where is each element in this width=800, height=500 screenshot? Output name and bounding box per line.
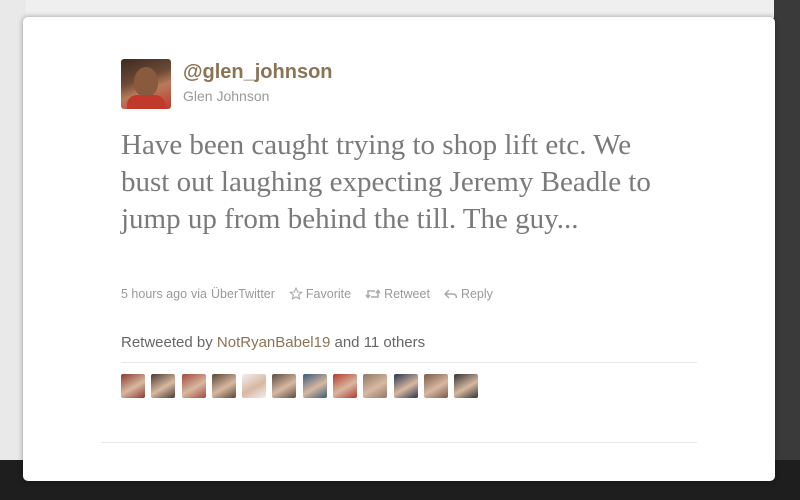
- favorite-label: Favorite: [305, 287, 352, 301]
- tweet-card: @glen_johnson Glen Johnson Have been cau…: [23, 17, 775, 481]
- reply-label: Reply: [460, 287, 493, 301]
- divider: [121, 362, 697, 363]
- avatar-face: [134, 67, 158, 97]
- retweeter-avatar[interactable]: [333, 374, 358, 398]
- retweeter-avatar[interactable]: [393, 374, 418, 398]
- retweeted-suffix[interactable]: and 11 others: [335, 334, 426, 351]
- retweeter-avatar[interactable]: [211, 374, 236, 398]
- screen-name-link[interactable]: @glen_johnson: [183, 61, 333, 84]
- full-name: Glen Johnson: [183, 88, 270, 104]
- reply-icon: [443, 289, 458, 299]
- retweeter-avatar[interactable]: [242, 374, 267, 398]
- via-label: via: [191, 287, 208, 301]
- tweet-meta: 5 hours ago via ÜberTwitter Favorite Ret…: [121, 287, 493, 301]
- avatar[interactable]: [121, 59, 171, 109]
- star-icon: [288, 287, 303, 301]
- retweeter-avatar[interactable]: [363, 374, 388, 398]
- retweeter-avatar[interactable]: [181, 374, 206, 398]
- timestamp-link[interactable]: 5 hours ago: [121, 287, 187, 301]
- retweeted-prefix: Retweeted by: [121, 334, 213, 351]
- reply-button[interactable]: Reply: [443, 287, 493, 301]
- retweeter-avatar[interactable]: [272, 374, 297, 398]
- window-frame-right: [774, 0, 800, 500]
- divider: [101, 442, 697, 443]
- retweeter-avatar[interactable]: [423, 374, 448, 398]
- tweet-text: Have been caught trying to shop lift etc…: [121, 129, 651, 235]
- retweet-button[interactable]: Retweet: [365, 287, 430, 301]
- source-link[interactable]: ÜberTwitter: [211, 287, 275, 301]
- avatar-shirt: [127, 95, 165, 109]
- retweeter-avatars: [121, 374, 485, 398]
- favorite-button[interactable]: Favorite: [288, 287, 352, 301]
- retweeted-by: Retweeted by NotRyanBabel19 and 11 other…: [121, 334, 425, 351]
- retweeter-avatar[interactable]: [151, 374, 176, 398]
- retweeter-avatar[interactable]: [302, 374, 327, 398]
- retweeter-link[interactable]: NotRyanBabel19: [217, 334, 330, 351]
- retweeter-avatar[interactable]: [454, 374, 479, 398]
- retweeter-avatar[interactable]: [121, 374, 145, 398]
- window-frame-top: [0, 0, 800, 18]
- retweet-label: Retweet: [384, 287, 430, 301]
- retweet-icon: [365, 289, 381, 299]
